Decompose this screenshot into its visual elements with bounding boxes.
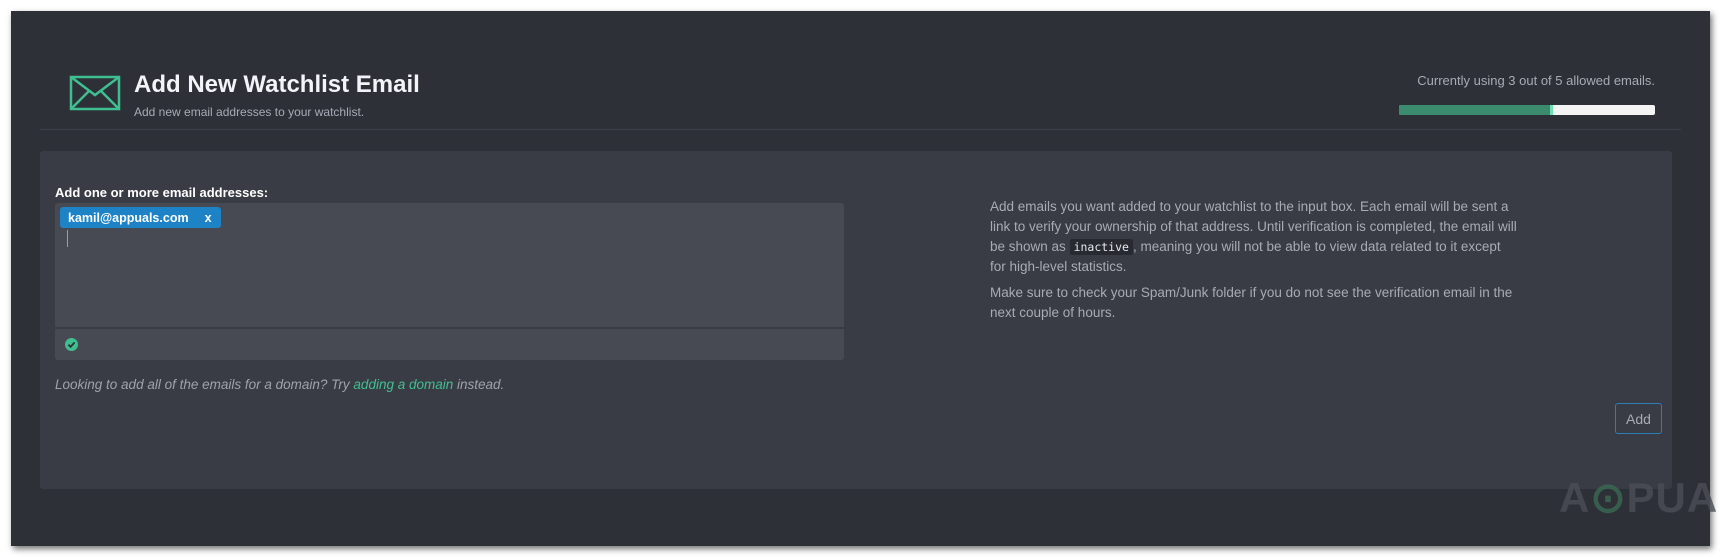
- email-chip: kamil@appuals.com x: [60, 207, 221, 228]
- envelope-icon: [69, 75, 121, 111]
- domain-hint-suffix: instead.: [453, 377, 505, 392]
- header-divider: [40, 129, 1681, 130]
- domain-hint: Looking to add all of the emails for a d…: [55, 377, 504, 392]
- domain-hint-prefix: Looking to add all of the emails for a d…: [55, 377, 354, 392]
- email-input-label: Add one or more email addresses:: [55, 185, 269, 200]
- email-chip-text: kamil@appuals.com: [68, 210, 189, 225]
- check-circle-icon: [65, 338, 78, 351]
- text-caret: [67, 230, 68, 247]
- remove-email-button[interactable]: x: [205, 211, 212, 225]
- email-tags-input[interactable]: kamil@appuals.com x: [55, 203, 844, 327]
- inactive-code: inactive: [1069, 239, 1133, 255]
- app-frame: Add New Watchlist Email Add new email ad…: [11, 11, 1720, 546]
- add-email-panel: Add one or more email addresses: kamil@a…: [40, 151, 1672, 489]
- adding-domain-link[interactable]: adding a domain: [353, 377, 453, 392]
- instructions-paragraph-1: Add emails you want added to your watchl…: [990, 197, 1520, 277]
- watermark-logo: A⊙PUALS: [1559, 474, 1720, 521]
- usage-progress-bar: [1399, 105, 1655, 115]
- page-title: Add New Watchlist Email: [134, 71, 420, 98]
- usage-progress-fill: [1399, 105, 1553, 115]
- instructions: Add emails you want added to your watchl…: [990, 197, 1520, 329]
- add-button[interactable]: Add: [1615, 403, 1662, 434]
- instructions-paragraph-2: Make sure to check your Spam/Junk folder…: [990, 285, 1513, 320]
- usage-text: Currently using 3 out of 5 allowed email…: [1417, 73, 1655, 88]
- page-subtitle: Add new email addresses to your watchlis…: [134, 105, 365, 119]
- validation-status-bar: [55, 329, 844, 360]
- page-header: Add New Watchlist Email Add new email ad…: [59, 63, 1655, 123]
